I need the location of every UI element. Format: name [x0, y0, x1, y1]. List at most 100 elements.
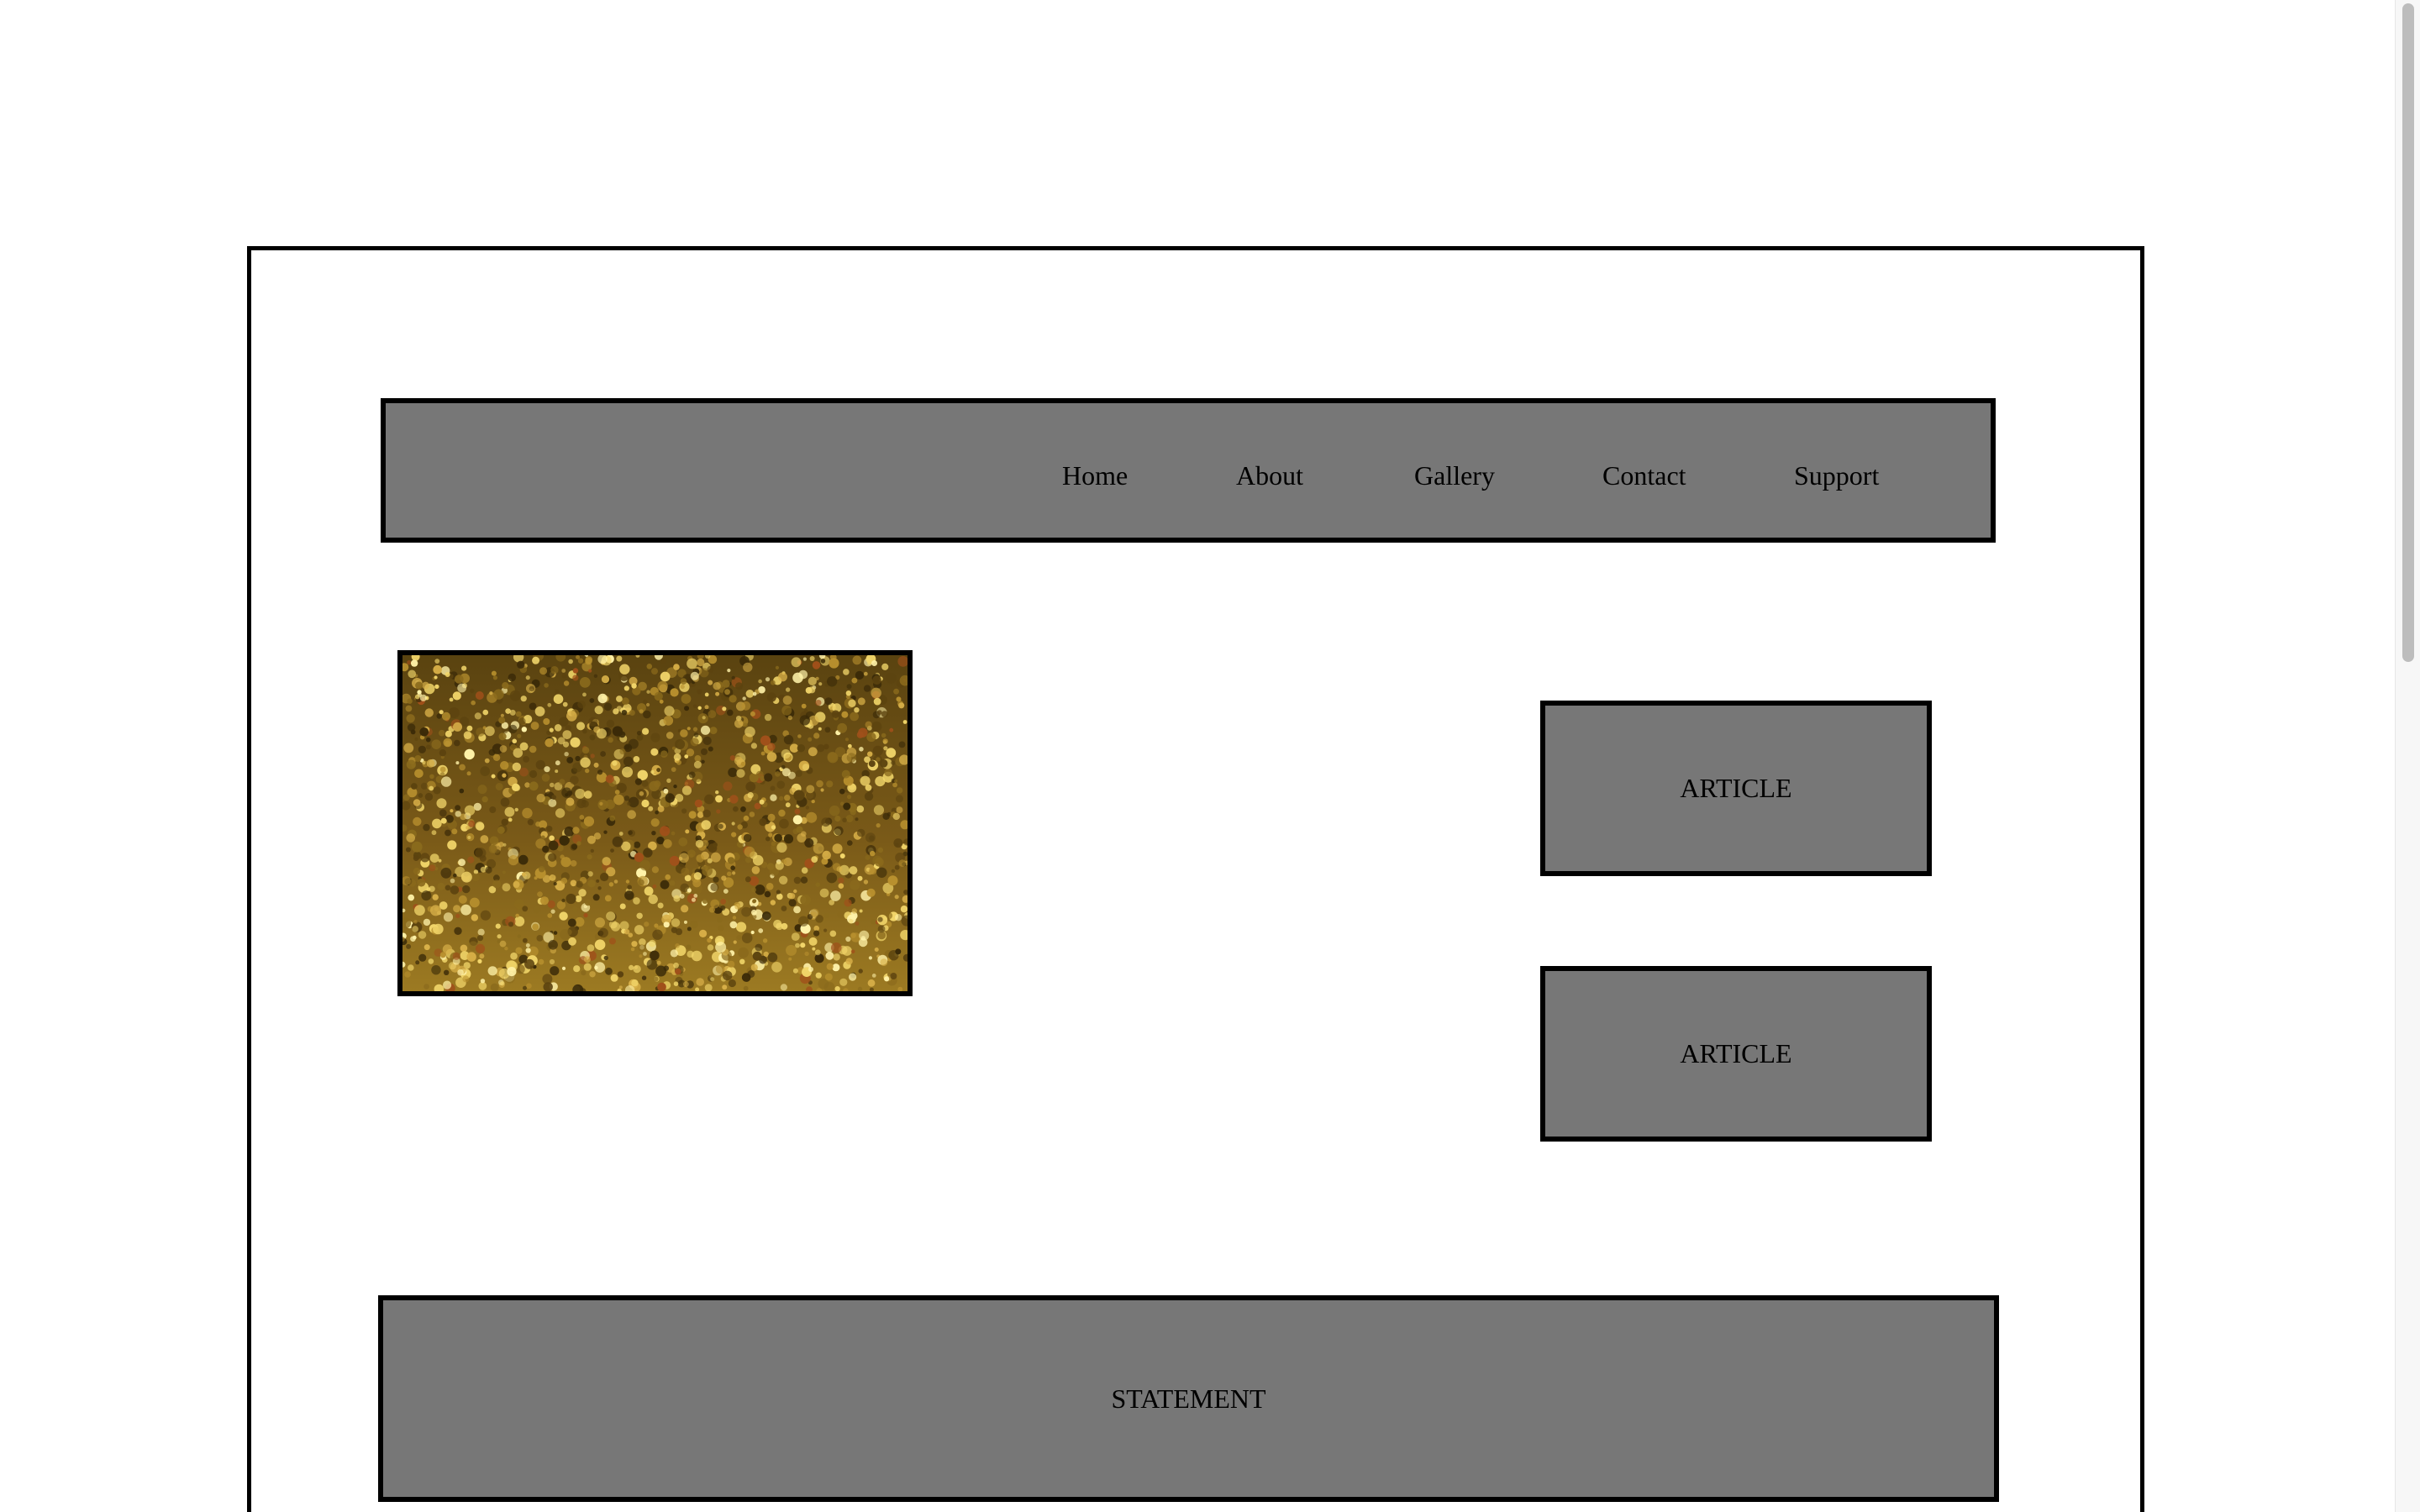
glitter-sparkle [431, 965, 441, 975]
glitter-sparkle [781, 906, 787, 911]
glitter-sparkle [513, 784, 521, 791]
glitter-sparkle [707, 944, 714, 951]
glitter-sparkle [576, 722, 586, 731]
glitter-sparkle [622, 766, 634, 778]
glitter-sparkle [722, 984, 728, 990]
nav-link-support[interactable]: Support [1794, 403, 1879, 538]
glitter-sparkle [509, 690, 521, 701]
glitter-sparkle [877, 847, 884, 853]
glitter-texture [402, 655, 908, 991]
glitter-sparkle [776, 893, 783, 900]
glitter-sparkle [865, 832, 876, 843]
glitter-sparkle [631, 683, 637, 689]
glitter-sparkle [685, 829, 690, 834]
nav-link-about[interactable]: About [1236, 403, 1303, 538]
glitter-sparkle [665, 793, 675, 803]
glitter-sparkle [480, 979, 486, 984]
glitter-sparkle [470, 688, 475, 694]
glitter-sparkle [799, 715, 811, 726]
glitter-sparkle [759, 818, 767, 827]
glitter-sparkle [500, 981, 505, 986]
glitter-sparkle [443, 969, 450, 975]
glitter-sparkle [528, 664, 533, 669]
glitter-sparkle [518, 854, 529, 865]
glitter-sparkle [713, 842, 718, 848]
glitter-sparkle [523, 756, 530, 763]
glitter-sparkle [808, 747, 818, 757]
glitter-sparkle [671, 746, 676, 750]
glitter-sparkle [837, 911, 845, 919]
nav-link-home[interactable]: Home [1062, 403, 1128, 538]
glitter-sparkle [522, 937, 528, 943]
glitter-sparkle [709, 727, 718, 735]
glitter-sparkle [857, 875, 863, 881]
glitter-sparkle [631, 979, 639, 987]
glitter-sparkle [675, 968, 681, 975]
glitter-sparkle [783, 734, 794, 745]
glitter-sparkle [452, 873, 457, 878]
glitter-sparkle [440, 867, 452, 879]
glitter-sparkle [474, 712, 481, 720]
glitter-sparkle [857, 986, 863, 991]
glitter-sparkle [418, 953, 427, 962]
glitter-sparkle [572, 906, 578, 912]
glitter-sparkle [526, 983, 532, 989]
glitter-sparkle [488, 748, 496, 756]
glitter-sparkle [508, 673, 517, 682]
glitter-sparkle [623, 756, 634, 767]
glitter-sparkle [597, 886, 602, 890]
glitter-sparkle [702, 898, 708, 904]
glitter-sparkle [876, 757, 881, 762]
vertical-scrollbar[interactable] [2395, 0, 2420, 1512]
glitter-sparkle [515, 913, 519, 918]
glitter-sparkle [561, 966, 566, 970]
glitter-sparkle [732, 871, 736, 875]
glitter-sparkle [581, 970, 587, 976]
glitter-sparkle [594, 917, 606, 928]
glitter-sparkle [824, 913, 829, 918]
glitter-sparkle [445, 672, 450, 677]
glitter-sparkle [648, 894, 658, 905]
glitter-sparkle [624, 744, 630, 750]
glitter-sparkle [869, 867, 877, 875]
glitter-sparkle [491, 670, 497, 676]
glitter-sparkle [603, 830, 608, 834]
glitter-sparkle [702, 809, 712, 818]
glitter-sparkle [834, 826, 844, 836]
glitter-sparkle [792, 672, 803, 684]
glitter-sparkle [534, 706, 545, 717]
glitter-sparkle [747, 792, 754, 799]
scrollbar-thumb[interactable] [2402, 3, 2414, 662]
glitter-sparkle [536, 793, 545, 803]
glitter-sparkle [882, 738, 888, 744]
glitter-sparkle [553, 931, 558, 935]
glitter-sparkle [700, 748, 708, 755]
glitter-sparkle [560, 857, 571, 868]
glitter-sparkle [443, 738, 453, 748]
glitter-sparkle [690, 920, 698, 929]
navigation-bar: Home About Gallery Contact Support [381, 398, 1996, 543]
glitter-sparkle [651, 866, 660, 874]
glitter-sparkle [854, 707, 860, 713]
glitter-sparkle [673, 981, 679, 986]
glitter-sparkle [650, 769, 655, 774]
glitter-sparkle [673, 753, 681, 761]
glitter-sparkle [589, 698, 595, 703]
glitter-sparkle [665, 874, 671, 880]
glitter-sparkle [559, 779, 566, 785]
glitter-sparkle [755, 770, 764, 779]
glitter-sparkle [855, 670, 865, 680]
article-card-1[interactable]: ARTICLE [1540, 701, 1932, 876]
glitter-sparkle [404, 971, 411, 978]
glitter-sparkle [438, 729, 445, 737]
glitter-sparkle [829, 805, 840, 816]
glitter-sparkle [510, 952, 518, 960]
nav-link-contact[interactable]: Contact [1602, 403, 1686, 538]
nav-link-gallery[interactable]: Gallery [1414, 403, 1495, 538]
glitter-sparkle [475, 943, 486, 953]
article-card-2[interactable]: ARTICLE [1540, 966, 1932, 1142]
glitter-sparkle [766, 863, 775, 870]
glitter-sparkle [641, 727, 650, 735]
glitter-sparkle [744, 857, 752, 864]
glitter-sparkle [727, 857, 735, 864]
